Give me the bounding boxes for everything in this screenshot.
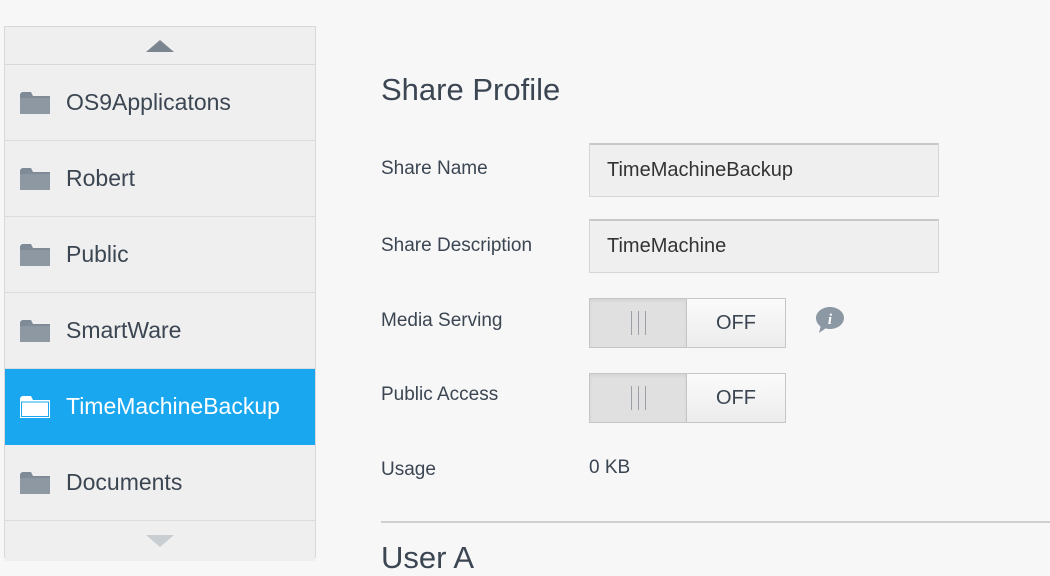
- folder-icon: [20, 243, 50, 266]
- media-serving-toggle[interactable]: OFF: [589, 298, 786, 348]
- usage-value: 0 KB: [589, 457, 631, 478]
- share-item-os9applicatons[interactable]: OS9Applicatons: [5, 65, 315, 141]
- share-description-label: Share Description: [381, 235, 533, 256]
- folder-icon: [20, 319, 50, 342]
- folder-icon: [20, 471, 50, 494]
- public-access-label: Public Access: [381, 384, 499, 405]
- public-access-state: OFF: [687, 374, 785, 422]
- share-item-robert[interactable]: Robert: [5, 141, 315, 217]
- share-item-label: SmartWare: [66, 317, 182, 343]
- media-serving-label: Media Serving: [381, 310, 503, 331]
- folder-icon: [20, 395, 50, 418]
- share-item-public[interactable]: Public: [5, 217, 315, 293]
- folder-icon: [20, 91, 50, 114]
- page-title: Share Profile: [381, 72, 561, 107]
- grip-icon: [630, 311, 646, 335]
- info-icon[interactable]: i: [815, 306, 845, 334]
- user-access-section-title: User A: [381, 540, 475, 575]
- share-item-label: Public: [66, 241, 129, 267]
- share-name-input[interactable]: [589, 143, 939, 197]
- share-item-label: Documents: [66, 469, 183, 495]
- folder-icon: [20, 167, 50, 190]
- scroll-up-button[interactable]: [5, 27, 315, 65]
- usage-label: Usage: [381, 459, 436, 480]
- share-item-label: TimeMachineBackup: [66, 393, 280, 419]
- share-list-sidebar: OS9Applicatons Robert Public SmartWare T…: [4, 26, 316, 561]
- share-item-smartware[interactable]: SmartWare: [5, 293, 315, 369]
- grip-icon: [630, 386, 646, 410]
- share-name-label: Share Name: [381, 158, 488, 179]
- toggle-knob[interactable]: [590, 299, 687, 347]
- public-access-toggle[interactable]: OFF: [589, 373, 786, 423]
- share-item-label: Robert: [66, 165, 136, 191]
- share-item-timemachinebackup[interactable]: TimeMachineBackup: [5, 369, 315, 445]
- share-item-label: OS9Applicatons: [66, 89, 231, 115]
- media-serving-state: OFF: [687, 299, 785, 347]
- toggle-knob[interactable]: [590, 374, 687, 422]
- scroll-down-button[interactable]: [5, 521, 315, 561]
- triangle-up-icon: [146, 39, 174, 52]
- triangle-down-icon: [146, 535, 174, 547]
- share-item-documents[interactable]: Documents: [5, 445, 315, 521]
- share-description-input[interactable]: [589, 219, 939, 273]
- section-divider: [381, 521, 1050, 523]
